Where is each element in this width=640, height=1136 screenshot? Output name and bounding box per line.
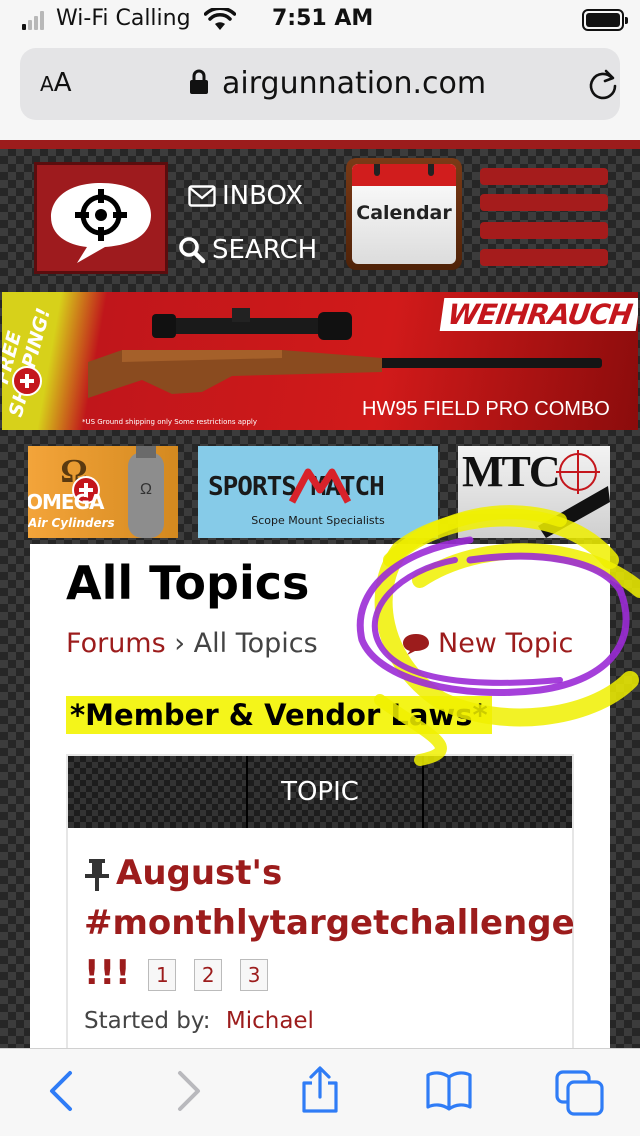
- calendar-icon: Calendar: [352, 164, 456, 264]
- banner-product: HW95 FIELD PRO COMBO: [362, 398, 610, 420]
- signal-icon: [22, 10, 48, 30]
- topic-title-link[interactable]: August's #monthlytargetchallenge !!! 1 2…: [84, 848, 575, 998]
- chat-bubble-icon: [403, 633, 429, 655]
- search-label: SEARCH: [212, 235, 318, 265]
- sportsmatch-logo-icon: [288, 468, 352, 504]
- sportsmatch-subtitle: Scope Mount Specialists: [251, 514, 385, 527]
- site-logo[interactable]: [34, 162, 168, 274]
- breadcrumb-current: All Topics: [193, 628, 318, 659]
- battery-icon: [582, 9, 628, 31]
- banner-brand: WEIHRAUCH: [439, 298, 638, 331]
- text-size-button[interactable]: AA: [40, 68, 71, 98]
- omega-ad[interactable]: Ω Ω OMEGA Air Cylinders: [28, 446, 178, 538]
- started-by: Started by: Michael: [84, 1008, 564, 1034]
- tabs-icon[interactable]: [554, 1069, 606, 1117]
- status-bar: Wi-Fi Calling 7:51 AM: [0, 0, 640, 40]
- svg-text:Ω: Ω: [140, 481, 152, 498]
- page-link-3[interactable]: 3: [240, 958, 269, 991]
- reload-icon[interactable]: [586, 68, 620, 102]
- topic-column-header: TOPIC: [68, 756, 572, 828]
- sportsmatch-ad[interactable]: SPORTS MATCH Scope Mount Specialists: [198, 446, 438, 538]
- back-icon[interactable]: [44, 1069, 78, 1113]
- carrier-label: Wi-Fi Calling: [56, 6, 191, 31]
- inbox-label: INBOX: [222, 181, 304, 211]
- scope-image: [538, 450, 610, 538]
- new-topic-button[interactable]: New Topic: [402, 628, 573, 659]
- breadcrumb: Forums › All Topics: [66, 628, 318, 659]
- omega-subtitle: Air Cylinders: [28, 516, 115, 530]
- clock: 7:51 AM: [272, 6, 374, 31]
- url-text[interactable]: airgunnation.com: [222, 66, 486, 101]
- author-link[interactable]: Michael: [226, 1008, 314, 1034]
- pin-icon: [85, 858, 109, 891]
- topic-title-line-3: !!!: [84, 953, 131, 993]
- hamburger-icon[interactable]: [480, 168, 608, 266]
- search-link[interactable]: SEARCH: [178, 232, 317, 268]
- breadcrumb-forums-link[interactable]: Forums: [66, 628, 166, 659]
- forward-icon[interactable]: [172, 1069, 206, 1113]
- mtc-ad[interactable]: MTC: [458, 446, 610, 538]
- browser-top-chrome: Wi-Fi Calling 7:51 AM AA airgunnation.co…: [0, 0, 640, 140]
- bookmarks-icon[interactable]: [424, 1069, 474, 1113]
- banner-fine-print: *US Ground shipping only Some restrictio…: [82, 418, 257, 426]
- calendar-button[interactable]: Calendar: [346, 158, 462, 270]
- topic-title-line-2: #monthlytargetchallenge: [84, 903, 575, 943]
- lock-icon: [190, 69, 208, 94]
- page-link-2[interactable]: 2: [194, 958, 223, 991]
- breadcrumb-separator: ›: [174, 628, 186, 659]
- started-by-label: Started by:: [84, 1008, 211, 1034]
- address-bar[interactable]: AA airgunnation.com: [20, 48, 620, 120]
- new-topic-label: New Topic: [438, 628, 574, 659]
- share-icon[interactable]: [298, 1065, 342, 1115]
- envelope-icon: [188, 185, 216, 207]
- calendar-label: Calendar: [356, 202, 452, 224]
- wifi-icon: [204, 8, 236, 30]
- page-link-1[interactable]: 1: [148, 958, 177, 991]
- browser-toolbar: [0, 1048, 640, 1136]
- member-vendor-laws-link[interactable]: *Member & Vendor Laws*: [66, 696, 492, 734]
- web-page: INBOX SEARCH Calendar FREE SHIPPING! WEI…: [0, 140, 640, 1048]
- expand-plus-icon[interactable]: [12, 366, 42, 396]
- search-icon: [179, 237, 206, 264]
- table-row[interactable]: August's #monthlytargetchallenge !!! 1 2…: [84, 848, 575, 1034]
- crosshair-logo-icon: [51, 183, 151, 263]
- content-card: All Topics Forums › All Topics New Topic…: [30, 544, 610, 1048]
- banner-ad[interactable]: FREE SHIPPING! WEIHRAUCH HW95 FIELD PRO …: [2, 292, 638, 430]
- site-top-strip: [0, 140, 640, 149]
- inbox-link[interactable]: INBOX: [188, 178, 303, 214]
- topic-table: TOPIC August's #monthlytargetchallenge !…: [66, 754, 575, 1048]
- page-title: All Topics: [66, 556, 310, 610]
- omega-name: OMEGA: [28, 490, 104, 514]
- topic-title-line-1: August's: [116, 853, 283, 893]
